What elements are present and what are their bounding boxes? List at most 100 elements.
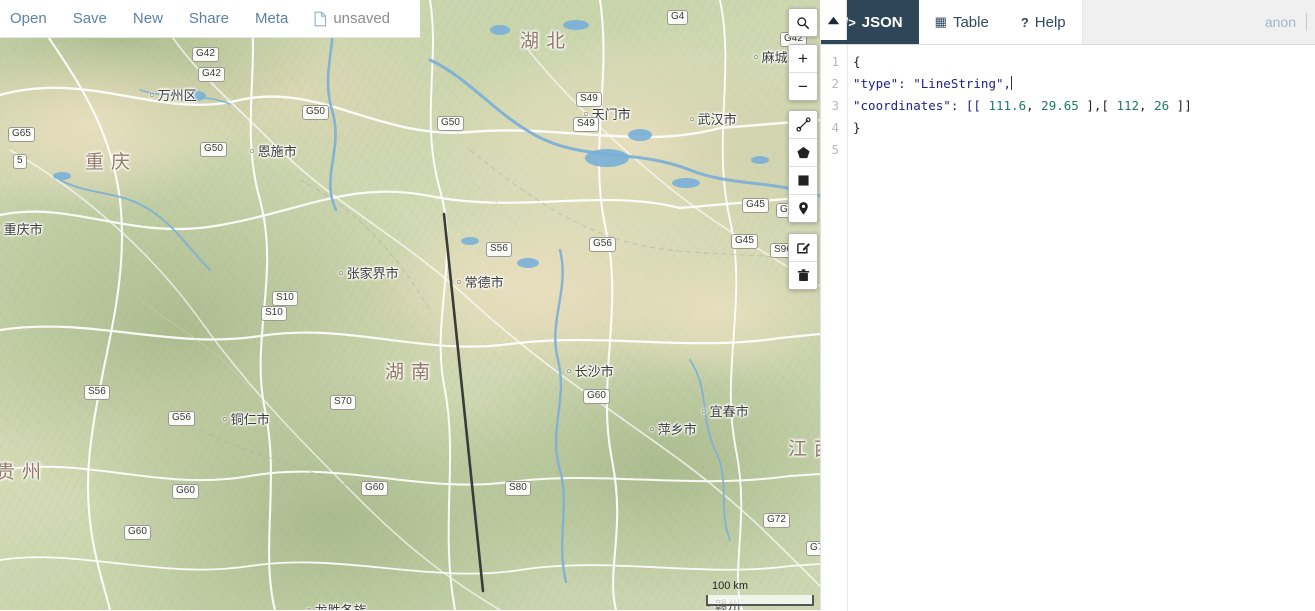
json-editor[interactable]: 1 2 3 4 5 { "type": "LineString", "coordinates… [821, 45, 1315, 611]
map-route-shield: G45 [742, 198, 769, 213]
editor-code-line[interactable]: { [853, 51, 1315, 73]
map-route-shield: S49 [573, 117, 599, 132]
map-route-shield: G60 [583, 389, 610, 404]
map-edit-toolbar[interactable] [788, 233, 818, 290]
map-route-shield: S70 [330, 395, 356, 410]
map-route-shield: G4 [667, 10, 689, 25]
map-route-shield: G50 [302, 105, 329, 120]
map-scale-label: 100 km [712, 580, 749, 592]
map-route-shield: G50 [437, 116, 464, 131]
map-draw-toolbar[interactable] [788, 110, 818, 223]
grid-icon: ▦ [934, 14, 947, 29]
editor-token: } [853, 120, 861, 135]
save-link[interactable]: Save [73, 10, 107, 27]
map-pane[interactable]: 万州区恩施市张家界市铜仁市常德市长沙市天门市武汉市麻城宜春市萍乡市重庆市赣州龙胜… [0, 0, 820, 610]
map-scale-bar: 100 km [706, 580, 814, 606]
editor-line-number: 5 [831, 142, 839, 157]
editor-text-cursor [1011, 76, 1013, 90]
map-zoom-out-button[interactable]: − [789, 73, 817, 100]
editor-token: "type": "LineString", [853, 76, 1012, 91]
tab-help[interactable]: ? Help [1004, 0, 1082, 44]
map-route-shield: G60 [361, 481, 388, 496]
map-route-shield: G50 [200, 142, 227, 157]
map-route-shield: S56 [486, 242, 512, 257]
map-route-shield: S80 [505, 481, 531, 496]
editor-token: "coordinates": [[ [853, 98, 989, 113]
map-route-shield: G65 [8, 127, 35, 142]
tab-table[interactable]: ▦ Table [918, 0, 1005, 44]
map-zoom-in-button[interactable]: + [789, 45, 817, 73]
user-link[interactable]: anon [1265, 14, 1296, 30]
editor-line-number: 3 [831, 98, 839, 113]
map-route-shield: G56 [168, 411, 195, 426]
draw-polygon-button[interactable] [789, 139, 817, 167]
map-pin-icon [798, 202, 808, 215]
tab-table-label: Table [952, 13, 989, 31]
user-divider [1306, 13, 1307, 31]
map-zoom-control[interactable]: + − [788, 44, 818, 101]
editor-line-number: 1 [831, 54, 839, 69]
editor-line-number: 2 [831, 76, 839, 91]
map-route-shield: S10 [261, 306, 287, 321]
pencil-square-icon [796, 243, 810, 254]
map-route-shield: G42 [198, 67, 225, 82]
editor-token: 112 [1116, 98, 1140, 113]
user-box[interactable]: anon [1252, 0, 1315, 44]
square-icon [797, 175, 809, 186]
map-route-shield: S49 [576, 92, 602, 107]
polyline-icon [795, 117, 811, 132]
share-link[interactable]: Share [189, 10, 229, 27]
tab-json-label: JSON [861, 13, 903, 31]
open-link[interactable]: Open [10, 10, 47, 27]
map-route-shield: G60 [172, 484, 199, 499]
editor-pane: </> JSON ▦ Table ? Help anon 1 2 3 4 5 { "typ… [820, 0, 1315, 611]
map-search-button[interactable] [789, 9, 817, 36]
drawn-linestring [442, 212, 485, 593]
editor-token: , [1026, 98, 1042, 113]
map-search-control[interactable] [788, 8, 818, 37]
document-icon [314, 11, 327, 26]
file-toolbar[interactable]: Open Save New Share Meta unsaved [0, 0, 420, 38]
draw-polyline-button[interactable] [789, 111, 817, 139]
editor-token: 29.65 [1041, 98, 1079, 113]
editor-token: ]] [1169, 98, 1192, 113]
map-route-shield: G72 [763, 513, 790, 528]
delete-layers-button[interactable] [789, 262, 817, 289]
panel-collapse-handle[interactable] [820, 0, 847, 40]
plus-icon: + [798, 49, 808, 68]
editor-code-line[interactable] [853, 139, 1315, 161]
file-status-chip: unsaved [314, 10, 390, 27]
geojson-editor-app: 万州区恩施市张家界市铜仁市常德市长沙市天门市武汉市麻城宜春市萍乡市重庆市赣州龙胜… [0, 0, 1315, 611]
file-status-label: unsaved [333, 10, 391, 27]
map-route-shield: G56 [589, 237, 616, 252]
editor-token: , [1139, 98, 1155, 113]
editor-code-line[interactable]: } [853, 117, 1315, 139]
map-route-shield: G72 [806, 541, 820, 556]
caret-up-icon [827, 16, 839, 24]
editor-token: 111.6 [988, 98, 1027, 113]
map-route-shield: G60 [124, 525, 151, 540]
tabbar-spacer [1081, 0, 1253, 44]
map-route-shield: S10 [272, 291, 298, 306]
trash-icon [797, 269, 809, 282]
map-route-shield: G45 [731, 234, 758, 249]
editor-token: ],[ [1078, 98, 1117, 113]
tab-help-label: Help [1034, 13, 1066, 31]
question-icon: ? [1020, 14, 1029, 30]
new-link[interactable]: New [133, 10, 163, 27]
editor-code-line[interactable]: "coordinates": [[ 111.6, 29.65 ],[ 112, … [853, 95, 1315, 117]
map-route-shield: 5 [13, 154, 27, 169]
map-route-shield: G42 [192, 47, 219, 62]
editor-token: 26 [1154, 98, 1170, 113]
panel-tabbar[interactable]: </> JSON ▦ Table ? Help anon [821, 0, 1315, 45]
editor-token: { [853, 54, 861, 69]
meta-link[interactable]: Meta [255, 10, 288, 27]
editor-code-line[interactable]: "type": "LineString", [853, 73, 1315, 95]
editor-line-number: 4 [831, 120, 839, 135]
edit-layers-button[interactable] [789, 234, 817, 262]
editor-line-numbers: 1 2 3 4 5 [821, 45, 843, 611]
draw-marker-button[interactable] [789, 195, 817, 222]
map-vector-layer [0, 0, 820, 610]
editor-code-lines[interactable]: { "type": "LineString", "coordinates": [[ … [853, 51, 1315, 161]
draw-rectangle-button[interactable] [789, 167, 817, 195]
